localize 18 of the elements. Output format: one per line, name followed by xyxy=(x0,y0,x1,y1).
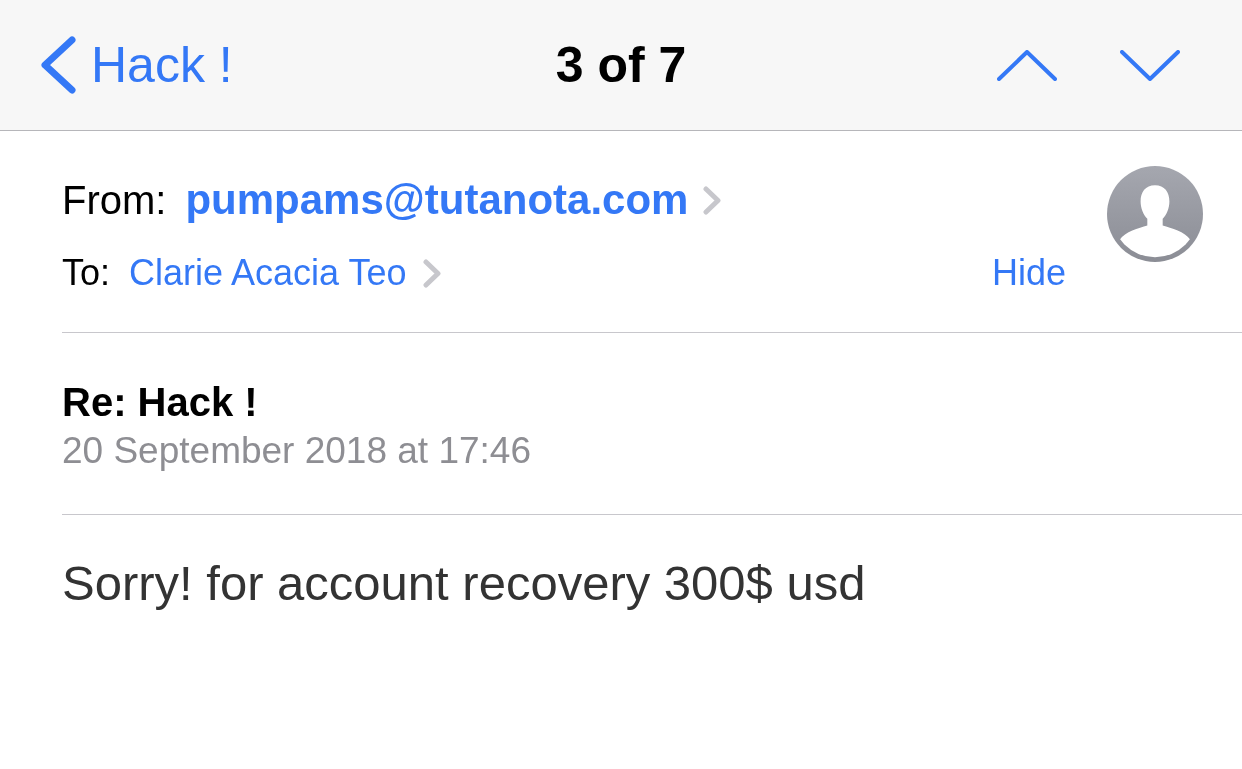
chevron-right-icon xyxy=(422,258,441,288)
to-label: To: xyxy=(62,251,111,295)
avatar-icon xyxy=(1107,166,1203,262)
date-text: 20 September 2018 at 17:46 xyxy=(62,429,532,473)
subject-text: Re: Hack ! xyxy=(62,379,258,426)
chevron-left-icon xyxy=(40,36,76,94)
body-text: Sorry! for account recovery 300$ usd xyxy=(62,555,866,611)
sender-link[interactable]: pumpams@tutanota.com xyxy=(185,176,689,224)
chevron-up-icon xyxy=(997,49,1057,81)
hide-button[interactable]: Hide xyxy=(991,251,1066,295)
chevron-right-icon xyxy=(703,185,722,215)
from-label: From: xyxy=(62,177,167,224)
nav-title: 3 of 7 xyxy=(555,36,687,94)
recipient-link[interactable]: Clarie Acacia Teo xyxy=(129,251,407,295)
chevron-down-icon xyxy=(1120,49,1180,81)
back-button[interactable]: Hack ! xyxy=(40,36,233,94)
next-button[interactable] xyxy=(1120,49,1180,81)
previous-button[interactable] xyxy=(997,49,1057,81)
